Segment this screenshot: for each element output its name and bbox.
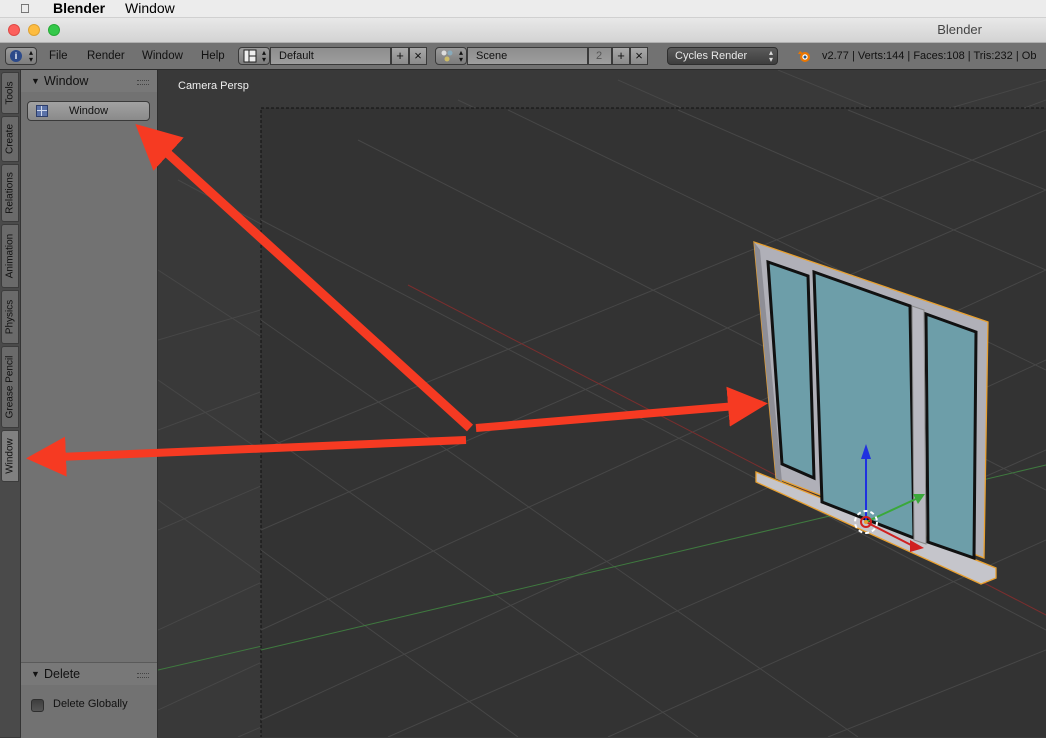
tab-create[interactable]: Create	[1, 116, 19, 162]
menu-help[interactable]: Help	[201, 43, 225, 69]
expand-triangle-icon: ▼	[31, 669, 40, 679]
drag-grip-icon[interactable]	[137, 673, 149, 678]
tab-tools[interactable]: Tools	[1, 72, 19, 114]
delete-panel: ▼ Delete Delete Globally	[21, 662, 157, 738]
layout-name-field[interactable]: Default	[270, 47, 391, 65]
minimize-window-button[interactable]	[28, 24, 40, 36]
menubar-window-menu[interactable]: Window	[125, 0, 175, 17]
glass-pane-middle	[812, 269, 916, 541]
window-mullion	[911, 305, 927, 545]
scene-users-count: 2	[588, 47, 612, 65]
window-grid-icon	[36, 105, 48, 117]
scene-statistics: v2.77 | Verts:144 | Faces:108 | Tris:232…	[822, 50, 1037, 62]
tab-animation[interactable]: Animation	[1, 224, 19, 288]
updown-arrows-icon: ▴ ▾	[261, 48, 266, 64]
render-engine-label: Cycles Render	[675, 50, 748, 62]
scene-selector[interactable]: ▴ ▾	[435, 47, 467, 65]
blender-logo-icon	[798, 51, 810, 62]
screen-layout-icon	[243, 49, 257, 63]
drag-grip-icon[interactable]	[137, 80, 149, 85]
window-panel-header[interactable]: ▼ Window	[21, 70, 157, 92]
window-title: Blender	[937, 22, 982, 37]
menubar-app-name[interactable]: Blender	[53, 0, 105, 17]
tab-grease-pencil[interactable]: Grease Pencil	[1, 346, 19, 428]
render-engine-dropdown[interactable]: Cycles Render ▴ ▾	[667, 47, 778, 65]
tool-shelf: ▼ Window Window ▼ Delete Delete Globally	[21, 70, 158, 738]
info-icon: i	[10, 50, 22, 62]
delete-panel-header[interactable]: ▼ Delete	[21, 663, 157, 685]
add-window-button-label: Window	[68, 105, 109, 117]
scene-name-field[interactable]: Scene	[467, 47, 588, 65]
layout-selector[interactable]: ▴ ▾	[238, 47, 270, 65]
tab-window[interactable]: Window	[1, 430, 19, 482]
glass-pane-right	[924, 311, 978, 561]
window-panel-title: Window	[44, 74, 89, 88]
add-scene-button[interactable]: +	[612, 47, 630, 65]
apple-icon[interactable]: 	[20, 0, 30, 17]
expand-triangle-icon: ▼	[31, 76, 40, 86]
window-titlebar: Blender	[0, 18, 1046, 43]
delete-globally-label: Delete Globally	[53, 698, 128, 710]
delete-panel-title: Delete	[44, 667, 81, 681]
scene-icon	[441, 50, 453, 62]
menu-render[interactable]: Render	[87, 43, 125, 69]
menu-window[interactable]: Window	[142, 43, 183, 69]
tool-shelf-tabs: Tools Create Relations Animation Physics…	[0, 70, 21, 737]
macos-menubar:  Blender Window	[0, 0, 1046, 18]
add-window-button[interactable]: Window	[27, 101, 150, 121]
tab-physics[interactable]: Physics	[1, 290, 19, 344]
viewport-view-label: Camera Persp	[178, 80, 249, 92]
delete-globally-checkbox[interactable]	[31, 699, 44, 712]
tab-relations[interactable]: Relations	[1, 164, 19, 222]
add-layout-button[interactable]: +	[391, 47, 409, 65]
remove-layout-button[interactable]: ×	[409, 47, 427, 65]
updown-arrows-icon: ▴ ▾	[28, 48, 33, 64]
menu-file[interactable]: File	[49, 43, 68, 69]
close-window-button[interactable]	[8, 24, 20, 36]
editor-type-selector[interactable]: i ▴ ▾	[5, 47, 37, 65]
3d-viewport[interactable]: Camera Persp	[158, 70, 1046, 737]
updown-arrows-icon: ▴ ▾	[768, 48, 773, 64]
viewport-scene	[158, 70, 1046, 737]
remove-scene-button[interactable]: ×	[630, 47, 648, 65]
updown-arrows-icon: ▴ ▾	[458, 48, 463, 64]
zoom-window-button[interactable]	[48, 24, 60, 36]
info-header: i ▴ ▾ File Render Window Help ▴ ▾ Default …	[0, 43, 1046, 70]
